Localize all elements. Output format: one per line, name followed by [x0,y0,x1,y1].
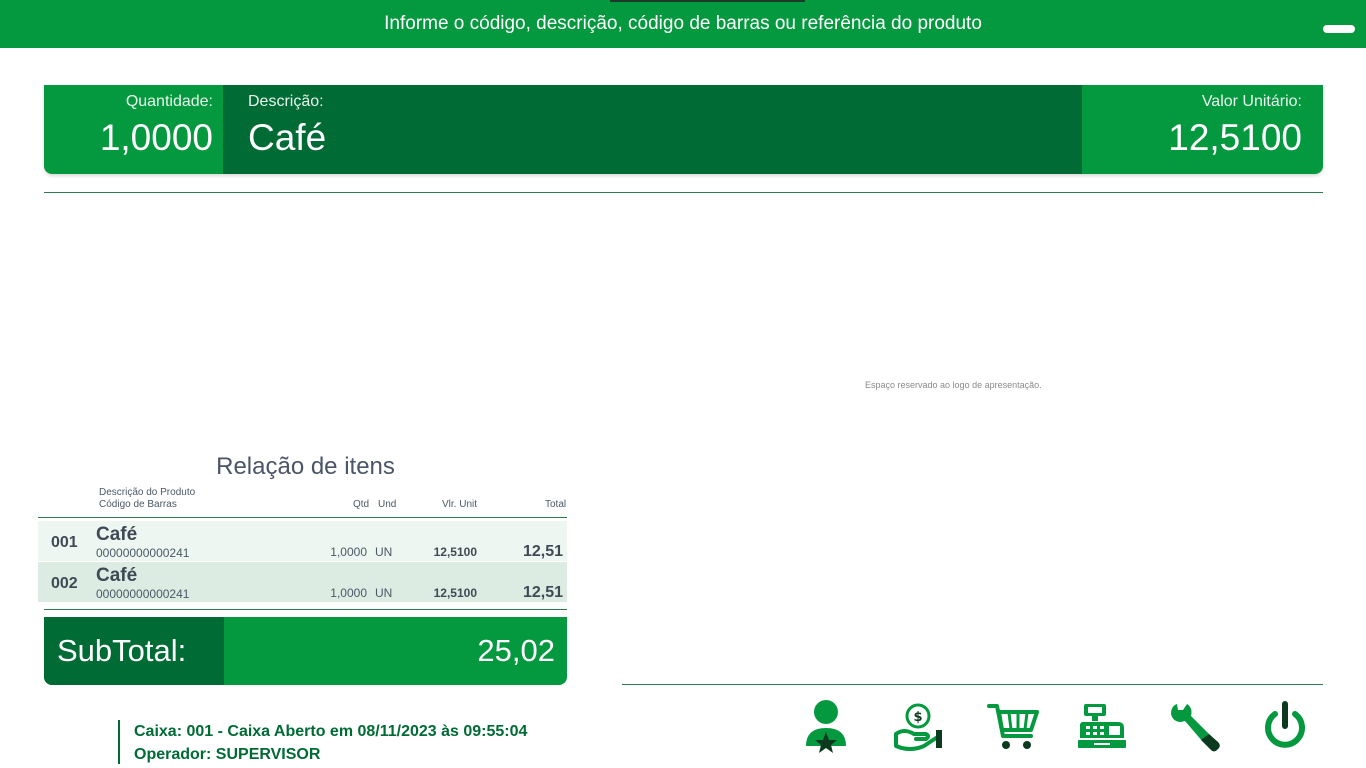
list-divider [44,609,567,610]
col-header-unit-price: Vlr. Unit [442,499,478,510]
register-status: Caixa: 001 - Caixa Aberto em 08/11/2023 … [134,723,528,740]
col-header-description: Descrição do Produto [99,487,196,498]
item-number: 002 [51,575,78,592]
subtotal-label: SubTotal: [57,633,187,668]
col-header-total: Total [545,499,567,510]
cash-register-icon [1078,704,1126,748]
status-info: Caixa: 001 - Caixa Aberto em 08/11/2023 … [118,720,527,764]
item-qty: 1,0000 [330,586,367,600]
description-box: Descrição: Café [223,85,1082,174]
divider [44,192,1323,193]
cash-register-button[interactable] [1074,698,1130,756]
minimize-button[interactable] [1323,25,1355,33]
subtotal-panel: SubTotal: 25,02 [44,617,567,685]
item-qty: 1,0000 [330,545,367,559]
item-total: 12,51 [522,584,563,601]
description-label: Descrição: [248,93,324,110]
items-title: Relação de itens [216,453,395,480]
unit-price-value: 12,5100 [1168,117,1302,158]
unit-price-box: Valor Unitário: 12,5100 [1082,85,1323,174]
shopping-cart-icon [987,704,1039,749]
product-panel: Quantidade: 1,0000 Descrição: Café Valor… [44,85,1323,174]
item-barcode: 00000000000241 [96,587,190,601]
toolbar-divider [622,684,1323,685]
item-name: Café [96,565,138,586]
operator-status: Operador: SUPERVISOR [134,746,321,763]
quantity-label: Quantidade: [125,93,213,110]
item-unit-price: 12,5100 [433,586,477,600]
item-unit-price: 12,5100 [433,545,477,559]
quantity-value: 1,0000 [99,117,213,158]
search-prompt: Informe o código, descrição, código de b… [384,13,982,34]
subtotal-label-box: SubTotal: [44,617,224,685]
header-divider [38,517,567,518]
item-name: Café [96,524,138,545]
item-unit: UN [375,586,393,600]
settings-button[interactable] [1165,698,1221,756]
top-tab-indicator [610,0,805,2]
top-bar: Informe o código, descrição, código de b… [0,0,1366,48]
description-value: Café [248,117,327,158]
power-button[interactable] [1257,698,1313,756]
table-row[interactable]: 001 Café 00000000000241 1,0000 UN 12,510… [38,521,567,561]
item-number: 001 [51,534,78,551]
unit-price-label: Valor Unitário: [1201,93,1302,110]
col-header-qty: Qtd [353,499,370,510]
payment-hand-icon: $ [894,703,942,751]
quantity-box: Quantidade: 1,0000 [44,85,223,174]
table-row[interactable]: 002 Café 00000000000241 1,0000 UN 12,510… [38,562,567,602]
svg-text:$: $ [913,710,922,725]
col-header-unit: Und [378,499,397,510]
subtotal-value: 25,02 [477,633,555,668]
logo-placeholder: Espaço reservado ao logo de apresentação… [865,380,1042,390]
power-icon [1265,701,1305,748]
item-unit: UN [375,545,393,559]
customer-star-icon [806,700,846,753]
item-total: 12,51 [522,543,563,560]
wrench-icon [1171,704,1220,752]
col-header-barcode: Código de Barras [99,499,177,510]
customer-button[interactable] [798,698,854,756]
item-barcode: 00000000000241 [96,546,190,560]
cart-button[interactable] [985,698,1041,756]
payment-button[interactable]: $ [890,698,946,756]
